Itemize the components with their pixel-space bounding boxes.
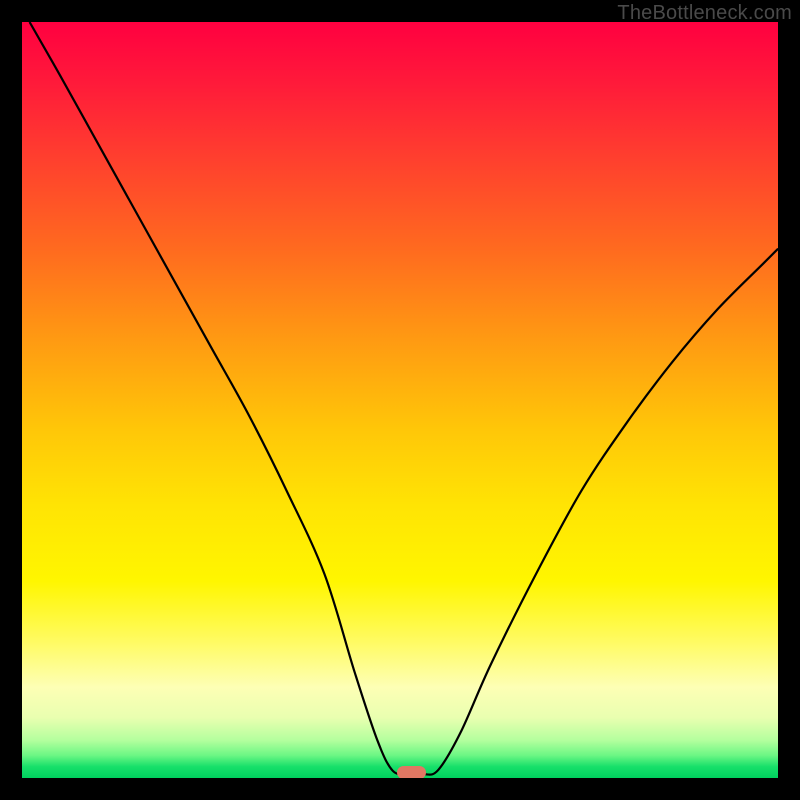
chart-frame: TheBottleneck.com [0,0,800,800]
watermark-text: TheBottleneck.com [617,2,792,25]
plot-area [22,22,778,778]
optimal-marker [397,766,426,778]
bottleneck-curve [22,22,778,778]
